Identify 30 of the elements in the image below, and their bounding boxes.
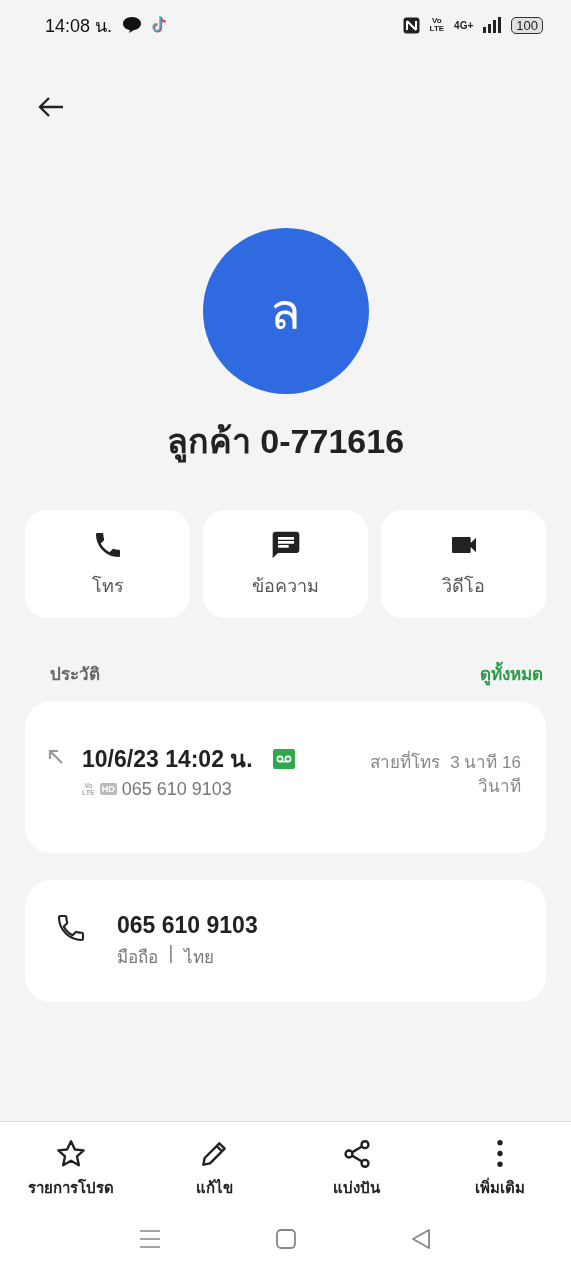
contact-name: ลูกค้า 0-771616 — [166, 414, 405, 468]
battery-level: 100 — [511, 16, 543, 34]
status-time: 14:08 น. — [45, 14, 113, 38]
voicemail-icon — [272, 748, 295, 769]
more-icon — [496, 1140, 503, 1167]
star-button[interactable]: รายการโปรด — [0, 1138, 143, 1211]
number-region: ไทย — [183, 946, 214, 969]
phone-number-card[interactable]: 065 610 9103 มือถือ | ไทย — [25, 880, 546, 1002]
call-button[interactable]: โทร — [25, 510, 190, 618]
video-button[interactable]: วิดีโอ — [381, 510, 546, 618]
number-type: มือถือ — [117, 946, 158, 969]
call-datetime: 10/6/23 14:02 น. — [82, 744, 253, 774]
network-label: 4G+ — [454, 19, 474, 31]
section-title: ประวัติ — [50, 663, 100, 686]
phone-icon — [55, 912, 87, 944]
share-button[interactable]: แบ่งปัน — [285, 1138, 429, 1211]
edit-button[interactable]: แก้ไข — [142, 1138, 286, 1211]
call-number: 065 610 9103 — [121, 778, 232, 800]
hd-badge: HD — [99, 783, 117, 795]
call-duration: 3 นาที 16 วินาที — [450, 753, 521, 796]
contact-avatar: ล — [202, 228, 369, 394]
outgoing-arrow-icon — [47, 748, 65, 766]
message-button[interactable]: ข้อความ — [203, 510, 368, 618]
nfc-icon — [402, 16, 420, 34]
more-button[interactable]: เพิ่มเติม — [428, 1138, 571, 1211]
separator: | — [168, 943, 174, 965]
phone-number: 065 610 9103 — [117, 912, 258, 939]
chat-bubble-icon — [122, 16, 143, 34]
signal-icon — [483, 17, 502, 33]
volte-label: Vo LTE — [429, 17, 445, 33]
